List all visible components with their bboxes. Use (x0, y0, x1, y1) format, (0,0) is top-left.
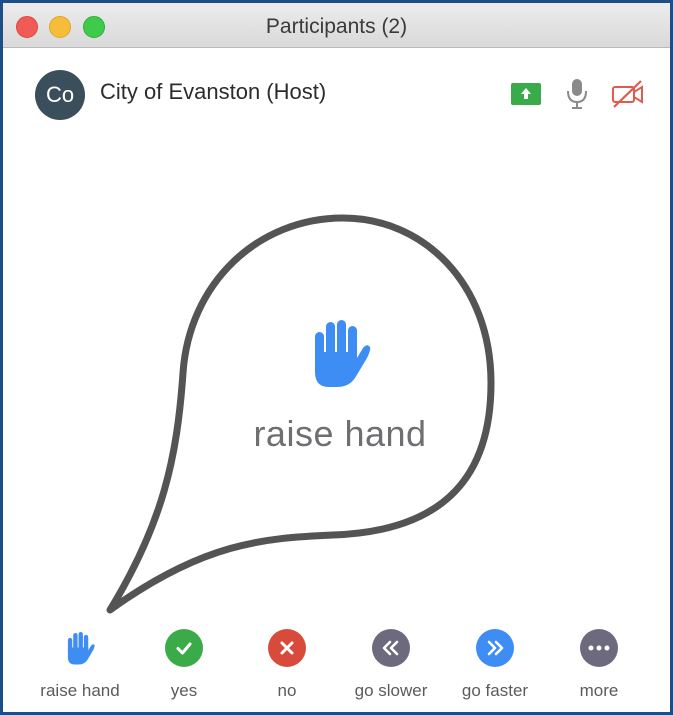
more-button[interactable]: more (544, 629, 654, 701)
rewind-icon (372, 629, 410, 667)
screen-share-icon[interactable] (511, 83, 541, 110)
avatar: Co (35, 70, 85, 120)
go-slower-label: go slower (354, 681, 428, 700)
video-off-icon[interactable] (611, 79, 645, 114)
no-label: no (277, 681, 297, 700)
fast-forward-icon (476, 629, 514, 667)
reactions-toolbar: raise hand yes no go slower go faster mo… (3, 629, 670, 707)
participant-row[interactable]: Co City of Evanston (Host) (3, 63, 670, 123)
go-faster-button[interactable]: go faster (440, 629, 550, 701)
go-slower-button[interactable]: go slower (336, 629, 446, 701)
more-icon (580, 629, 618, 667)
yes-button[interactable]: yes (129, 629, 239, 701)
window-title: Participants (2) (265, 15, 408, 38)
title-bar: Participants (2) (3, 3, 670, 48)
no-button[interactable]: no (232, 629, 342, 701)
callout-label: raise hand (253, 413, 427, 454)
more-label: more (579, 681, 619, 700)
go-faster-label: go faster (461, 681, 529, 700)
yes-label: yes (170, 681, 198, 700)
x-icon (268, 629, 306, 667)
raise-hand-button[interactable]: raise hand (25, 629, 135, 701)
participant-name: City of Evanston (Host) (100, 79, 327, 104)
raise-hand-icon (309, 318, 371, 393)
participants-window: Participants (2) Co City of Evanston (Ho… (0, 0, 673, 715)
raise-hand-icon (61, 629, 99, 667)
check-icon (165, 629, 203, 667)
raise-hand-label: raise hand (40, 681, 120, 700)
microphone-icon[interactable] (566, 78, 588, 115)
